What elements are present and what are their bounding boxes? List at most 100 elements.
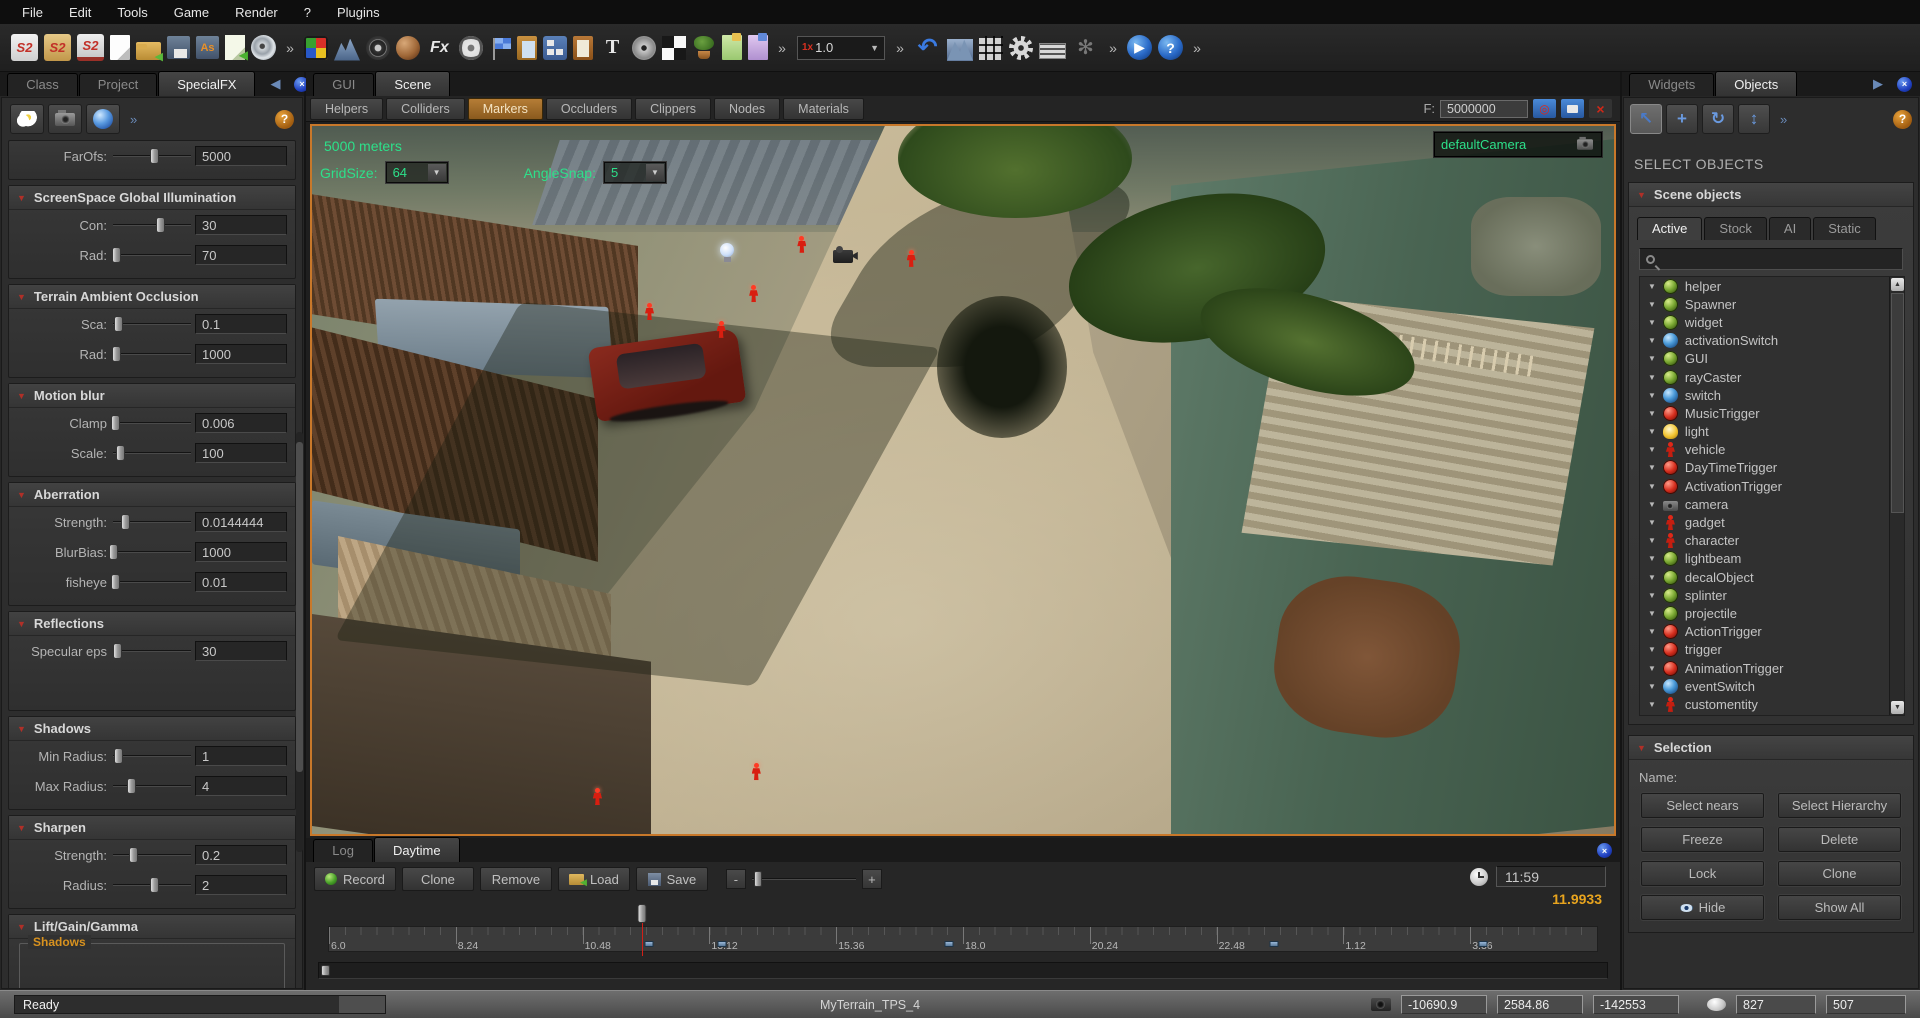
object-type-row[interactable]: ▼decalObject: [1640, 568, 1889, 586]
tab-specialfx[interactable]: SpecialFX: [158, 71, 255, 96]
lock-button[interactable]: Lock: [1641, 861, 1764, 886]
slider-handle[interactable]: [121, 514, 130, 530]
screenshot-icon[interactable]: [1561, 99, 1584, 118]
object-type-row[interactable]: ▼splinter: [1640, 586, 1889, 604]
grid-icon[interactable]: [979, 36, 1003, 60]
expand-triangle-icon[interactable]: ▼: [1648, 700, 1656, 709]
menu-item-edit[interactable]: Edit: [57, 2, 103, 23]
object-type-row[interactable]: ▼character: [1640, 532, 1889, 550]
scrollbar-thumb[interactable]: [321, 965, 330, 976]
param-value-input[interactable]: 0.1: [195, 314, 287, 334]
collapse-triangle-icon[interactable]: ▼: [1637, 743, 1646, 753]
param-group-header[interactable]: ▼Aberration: [9, 483, 295, 507]
timeline-zoom-slider[interactable]: [752, 871, 856, 887]
timeline-key-marker[interactable]: [1478, 941, 1487, 947]
expand-triangle-icon[interactable]: ▼: [1648, 627, 1656, 636]
overflow-icon[interactable]: »: [1190, 34, 1204, 61]
rubik-cube-icon[interactable]: [304, 36, 328, 60]
expand-triangle-icon[interactable]: ▼: [1648, 391, 1656, 400]
param-group-header[interactable]: ▼Motion blur: [9, 384, 295, 408]
overflow-icon[interactable]: »: [1780, 112, 1787, 127]
scale-tool-button[interactable]: ↕: [1738, 104, 1770, 134]
param-value-input[interactable]: 0.2: [195, 845, 287, 865]
expand-triangle-icon[interactable]: ▼: [1648, 282, 1656, 291]
filter-markers[interactable]: Markers: [468, 98, 543, 120]
param-slider[interactable]: [113, 247, 191, 263]
expand-triangle-icon[interactable]: ▼: [1648, 591, 1656, 600]
timeline-key-marker[interactable]: [1269, 941, 1278, 947]
slider-handle[interactable]: [754, 871, 762, 887]
scroll-left-icon[interactable]: ◀: [270, 76, 280, 92]
tab-widgets[interactable]: Widgets: [1629, 73, 1714, 96]
f-value-input[interactable]: 5000000: [1440, 100, 1528, 118]
character-marker-icon[interactable]: [748, 285, 759, 303]
param-value-input[interactable]: 1000: [195, 542, 287, 562]
scroll-right-icon[interactable]: ▶: [1873, 76, 1883, 92]
object-type-row[interactable]: ▼activationSwitch: [1640, 332, 1889, 350]
app-logo-folder-icon[interactable]: S2: [44, 34, 71, 61]
param-slider[interactable]: [113, 544, 191, 560]
select-hierarchy-button[interactable]: Select Hierarchy: [1778, 793, 1901, 818]
object-type-row[interactable]: ▼MusicTrigger: [1640, 404, 1889, 422]
import-file-icon[interactable]: [225, 35, 245, 60]
wheel-icon[interactable]: [366, 36, 390, 60]
param-value-input[interactable]: 1: [195, 746, 287, 766]
object-type-row[interactable]: ▼trigger: [1640, 641, 1889, 659]
record-button[interactable]: Record: [314, 867, 396, 891]
list-tab-ai[interactable]: AI: [1769, 217, 1811, 240]
param-slider[interactable]: [113, 877, 191, 893]
clone-button[interactable]: Clone: [402, 867, 474, 891]
list-tab-active[interactable]: Active: [1637, 217, 1702, 240]
param-slider[interactable]: [113, 574, 191, 590]
object-type-row[interactable]: ▼vehicle: [1640, 441, 1889, 459]
move-tool-button[interactable]: +: [1666, 104, 1698, 134]
filter-occluders[interactable]: Occluders: [546, 98, 632, 120]
slider-handle[interactable]: [113, 643, 122, 659]
timeline-key-marker[interactable]: [718, 941, 727, 947]
slider-handle[interactable]: [127, 778, 136, 794]
tab-log[interactable]: Log: [313, 839, 373, 862]
param-slider[interactable]: [113, 778, 191, 794]
filter-colliders[interactable]: Colliders: [386, 98, 465, 120]
save-icon[interactable]: [167, 36, 190, 59]
help-icon[interactable]: ?: [1158, 35, 1183, 60]
slider-handle[interactable]: [156, 217, 165, 233]
object-type-row[interactable]: ▼ActivationTrigger: [1640, 477, 1889, 495]
open-folder-icon[interactable]: [136, 42, 161, 60]
expand-triangle-icon[interactable]: ▼: [1648, 427, 1656, 436]
angle-snap-dropdown[interactable]: 5▼: [604, 162, 666, 183]
collapse-triangle-icon[interactable]: ▼: [17, 292, 26, 302]
overflow-icon[interactable]: »: [1106, 34, 1120, 61]
help-icon[interactable]: ?: [1893, 110, 1912, 129]
filter-nodes[interactable]: Nodes: [714, 98, 780, 120]
object-type-row[interactable]: ▼helper: [1640, 277, 1889, 295]
close-view-icon[interactable]: ×: [1589, 99, 1612, 118]
slider-handle[interactable]: [150, 148, 159, 164]
timeline-scrollbar[interactable]: [318, 962, 1608, 979]
param-slider[interactable]: [113, 748, 191, 764]
object-type-row[interactable]: ▼ActionTrigger: [1640, 623, 1889, 641]
chevron-down-icon[interactable]: ▼: [867, 43, 882, 53]
collapse-triangle-icon[interactable]: ▼: [17, 490, 26, 500]
object-type-row[interactable]: ▼eventSwitch: [1640, 677, 1889, 695]
bonsai-icon[interactable]: [692, 36, 716, 60]
slider-handle[interactable]: [150, 877, 159, 893]
viewport-3d[interactable]: 5000 meters GridSize: 64▼ AngleSnap: 5▼ …: [310, 124, 1616, 836]
select-tool-button[interactable]: ↖: [1630, 104, 1662, 134]
expand-triangle-icon[interactable]: ▼: [1648, 482, 1656, 491]
environment-button[interactable]: [10, 104, 44, 134]
timeline-zoom-out-button[interactable]: -: [726, 869, 746, 889]
delete-button[interactable]: Delete: [1778, 827, 1901, 852]
object-type-row[interactable]: ▼DayTimeTrigger: [1640, 459, 1889, 477]
menu-item-file[interactable]: File: [10, 2, 55, 23]
focus-target-icon[interactable]: ◎: [1533, 99, 1556, 118]
save-button[interactable]: Save: [636, 867, 708, 891]
slider-handle[interactable]: [116, 445, 125, 461]
param-group-header[interactable]: ▼Sharpen: [9, 816, 295, 840]
collapse-triangle-icon[interactable]: ▼: [17, 823, 26, 833]
terrain-new-icon[interactable]: NEW: [947, 39, 973, 61]
tab-daytime[interactable]: Daytime: [374, 837, 460, 862]
timeline-key-marker[interactable]: [945, 941, 954, 947]
slider-handle[interactable]: [109, 544, 118, 560]
load-button[interactable]: Load: [558, 867, 630, 891]
